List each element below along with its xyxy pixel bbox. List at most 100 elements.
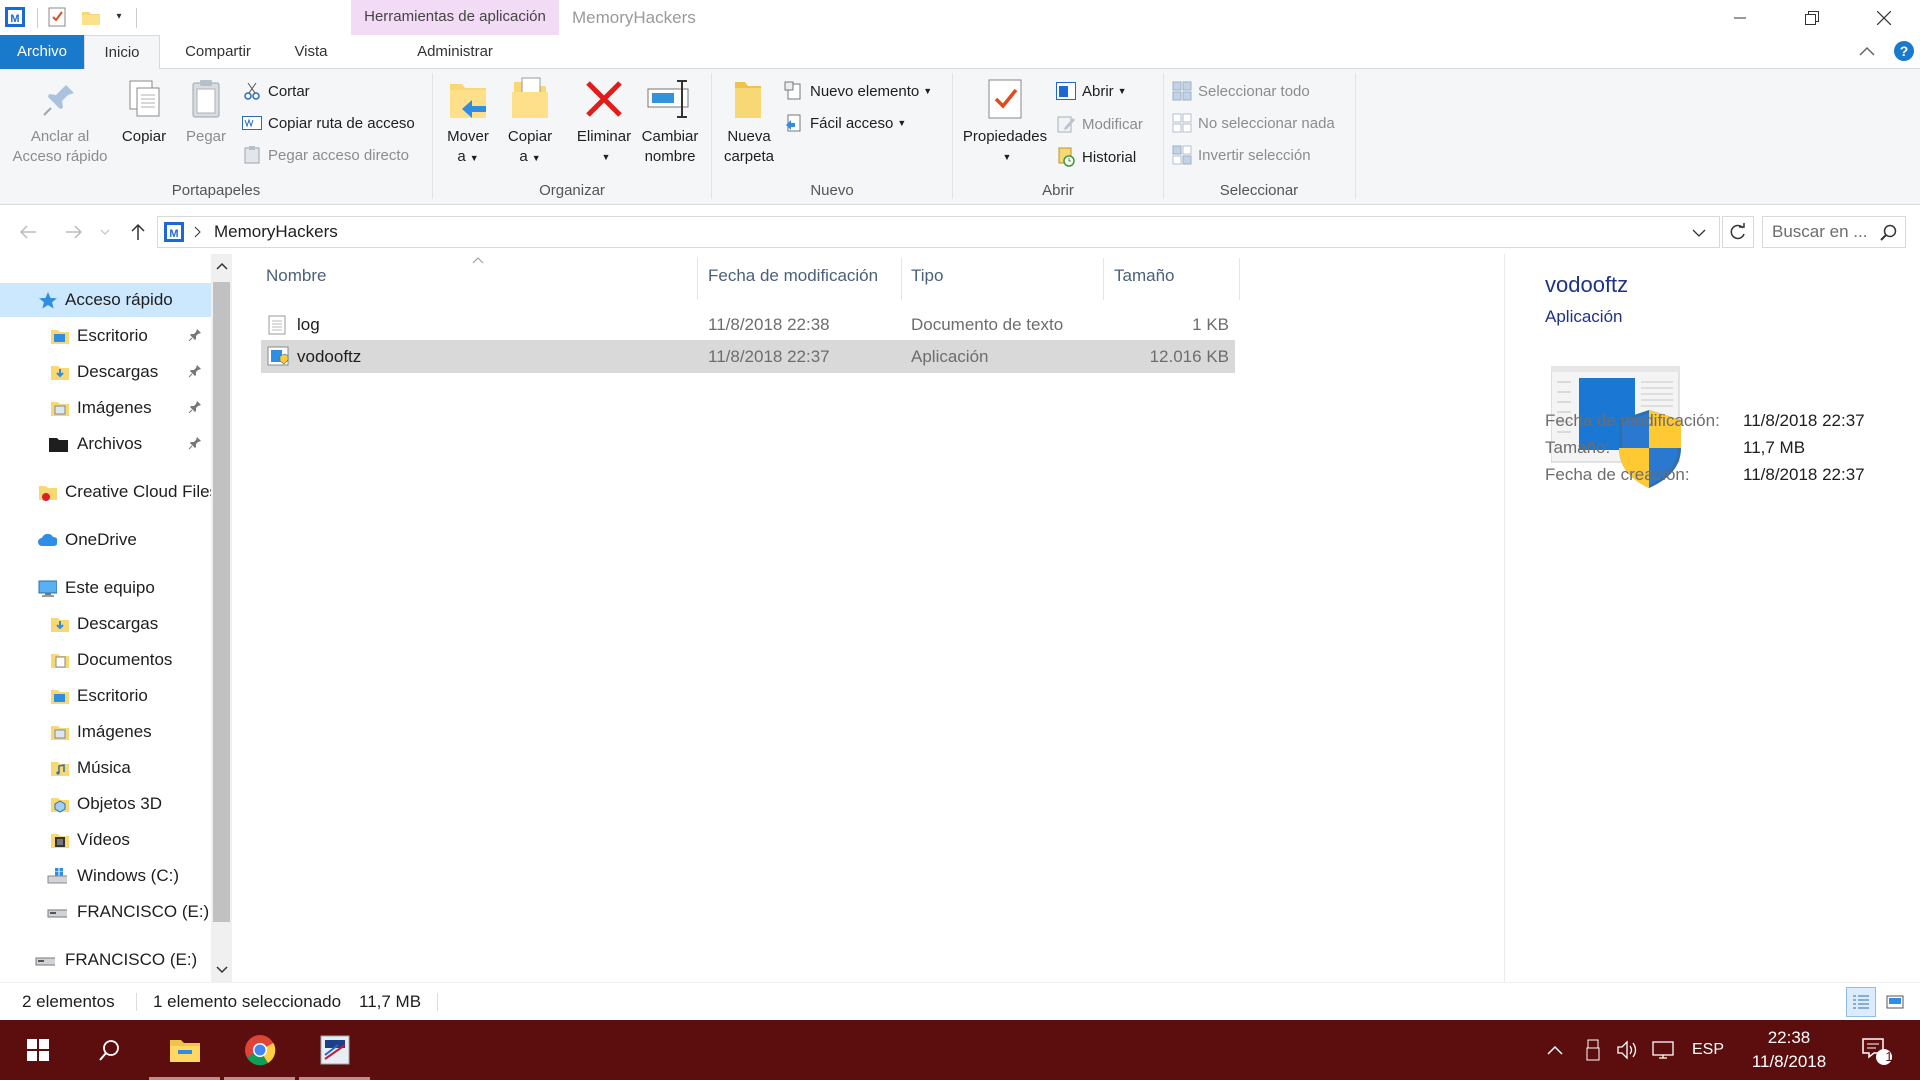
nav-pc-videos[interactable]: Vídeos <box>0 823 211 857</box>
desktop-folder-icon <box>51 690 69 704</box>
nav-onedrive[interactable]: OneDrive <box>0 523 211 557</box>
column-header-type[interactable]: Tipo <box>911 266 943 286</box>
nav-scroll-thumb[interactable] <box>213 282 230 922</box>
cut-button[interactable]: Cortar <box>242 79 310 103</box>
action-center-button[interactable]: 1 <box>1852 1020 1902 1080</box>
pin-quick-access-button[interactable]: Anclar al Acceso rápido <box>4 75 116 167</box>
nav-creative-cloud[interactable]: Creative Cloud Files <box>0 475 211 509</box>
pin-icon <box>188 437 201 450</box>
search-icon[interactable] <box>1880 224 1898 242</box>
scroll-up-icon[interactable] <box>216 262 228 270</box>
volume-icon[interactable] <box>1614 1020 1642 1080</box>
tab-archivo[interactable]: Archivo <box>0 35 84 69</box>
restore-button[interactable] <box>1782 0 1842 35</box>
clock[interactable]: 22:38 11/8/2018 <box>1734 1026 1844 1074</box>
forward-button[interactable] <box>60 214 88 250</box>
collapse-ribbon-icon[interactable] <box>1858 44 1876 58</box>
details-file-name: vodooftz <box>1545 272 1629 297</box>
new-folder-quick-icon[interactable] <box>80 6 102 28</box>
file-explorer-taskbar-button[interactable] <box>147 1020 222 1080</box>
scroll-down-icon[interactable] <box>216 966 228 974</box>
new-item-icon <box>784 81 804 101</box>
properties-quick-icon[interactable] <box>46 6 68 28</box>
nav-quick-archivos[interactable]: Archivos <box>0 427 211 461</box>
invert-selection-button[interactable]: Invertir selección <box>1172 143 1311 167</box>
tab-inicio[interactable]: Inicio <box>84 35 160 70</box>
rename-button[interactable]: Cambiar nombre <box>636 75 704 167</box>
address-bar[interactable]: M MemoryHackers <box>157 216 1720 248</box>
nav-pc-musica[interactable]: Música <box>0 751 211 785</box>
easy-access-button[interactable]: Fácil acceso ▼ <box>784 111 906 135</box>
nav-quick-descargas[interactable]: Descargas <box>0 355 211 389</box>
address-path[interactable]: MemoryHackers <box>214 217 338 247</box>
back-button[interactable] <box>14 214 42 250</box>
large-icons-view-icon <box>1886 995 1904 1009</box>
nav-quick-imagenes[interactable]: Imágenes <box>0 391 211 425</box>
history-button[interactable]: Historial <box>1056 145 1136 169</box>
tab-administrar[interactable]: Administrar <box>351 35 559 69</box>
breadcrumb-chevron-icon[interactable] <box>194 226 202 238</box>
3d-objects-folder-icon <box>51 798 69 813</box>
delete-button[interactable]: Eliminar ▼ <box>572 75 636 167</box>
documents-folder-icon <box>51 654 69 668</box>
column-header-name[interactable]: Nombre <box>266 266 326 286</box>
details-created-value: 11/8/2018 22:37 <box>1743 465 1865 484</box>
show-hidden-icons-icon[interactable] <box>1542 1020 1568 1080</box>
nav-drive-e-root[interactable]: FRANCISCO (E:) <box>0 943 211 977</box>
search-taskbar-button[interactable] <box>72 1020 147 1080</box>
tab-compartir[interactable]: Compartir <box>168 35 268 69</box>
help-icon[interactable]: ? <box>1893 40 1915 62</box>
nav-pc-escritorio[interactable]: Escritorio <box>0 679 211 713</box>
app-icon[interactable]: M <box>4 6 26 28</box>
nav-pc-imagenes[interactable]: Imágenes <box>0 715 211 749</box>
nav-drive-e[interactable]: FRANCISCO (E:) <box>0 895 211 929</box>
nav-this-pc[interactable]: Este equipo <box>0 571 211 605</box>
select-none-button[interactable]: No seleccionar nada <box>1172 111 1335 135</box>
usb-device-icon[interactable] <box>1580 1020 1606 1080</box>
edit-button[interactable]: Modificar <box>1056 112 1143 136</box>
paste-button[interactable]: Pegar <box>178 75 234 147</box>
file-row[interactable]: log 11/8/2018 22:38 Documento de texto 1… <box>261 308 1235 341</box>
nav-pc-descargas[interactable]: Descargas <box>0 607 211 641</box>
refresh-button[interactable] <box>1722 216 1754 248</box>
customize-quick-access-icon[interactable]: ▾ <box>108 6 130 28</box>
close-button[interactable] <box>1854 0 1914 35</box>
file-row-selected[interactable]: vodooftz 11/8/2018 22:37 Aplicación 12.0… <box>261 340 1235 373</box>
details-view-button[interactable] <box>1846 987 1876 1017</box>
up-button[interactable] <box>124 214 152 250</box>
nav-pc-objetos3d[interactable]: Objetos 3D <box>0 787 211 821</box>
column-header-date[interactable]: Fecha de modificación <box>708 266 878 286</box>
search-box[interactable]: Buscar en ... <box>1762 216 1906 248</box>
select-all-button[interactable]: Seleccionar todo <box>1172 79 1310 103</box>
open-button[interactable]: Abrir ▼ <box>1056 79 1127 103</box>
nav-quick-access[interactable]: Acceso rápido <box>0 283 211 317</box>
move-to-button[interactable]: Mover a ▼ <box>440 75 496 168</box>
nav-quick-escritorio[interactable]: Escritorio <box>0 319 211 353</box>
paste-shortcut-button[interactable]: Pegar acceso directo <box>242 143 409 167</box>
column-header-size[interactable]: Tamaño <box>1114 266 1174 286</box>
start-button[interactable] <box>0 1020 75 1080</box>
nav-drive-c[interactable]: Windows (C:) <box>0 859 211 893</box>
address-dropdown-icon[interactable] <box>1692 228 1706 238</box>
svg-text:M: M <box>169 228 178 240</box>
copy-button[interactable]: Copiar <box>114 75 174 147</box>
properties-button[interactable]: Propiedades ▼ <box>958 75 1052 167</box>
rename-icon <box>646 75 694 123</box>
new-folder-button[interactable]: Nueva carpeta <box>716 75 782 167</box>
pictures-folder-icon <box>51 726 69 740</box>
network-icon[interactable] <box>1650 1020 1680 1080</box>
search-input[interactable]: Buscar en ... <box>1772 217 1867 247</box>
new-item-button[interactable]: Nuevo elemento ▼ <box>784 79 932 103</box>
large-icons-view-button[interactable] <box>1880 987 1910 1017</box>
nav-pc-documentos[interactable]: Documentos <box>0 643 211 677</box>
recent-locations-button[interactable] <box>96 214 114 250</box>
minimize-button[interactable] <box>1710 0 1770 35</box>
pictures-folder-icon <box>51 402 69 416</box>
input-language[interactable]: ESP <box>1688 1020 1728 1080</box>
copy-path-button[interactable]: Copiar ruta de acceso <box>242 111 415 135</box>
memoryhackers-taskbar-button[interactable] <box>297 1020 372 1080</box>
tab-vista[interactable]: Vista <box>278 35 344 69</box>
nav-scrollbar[interactable] <box>211 254 232 982</box>
chrome-taskbar-button[interactable] <box>222 1020 297 1080</box>
copy-to-button[interactable]: Copiar a ▼ <box>502 75 558 168</box>
